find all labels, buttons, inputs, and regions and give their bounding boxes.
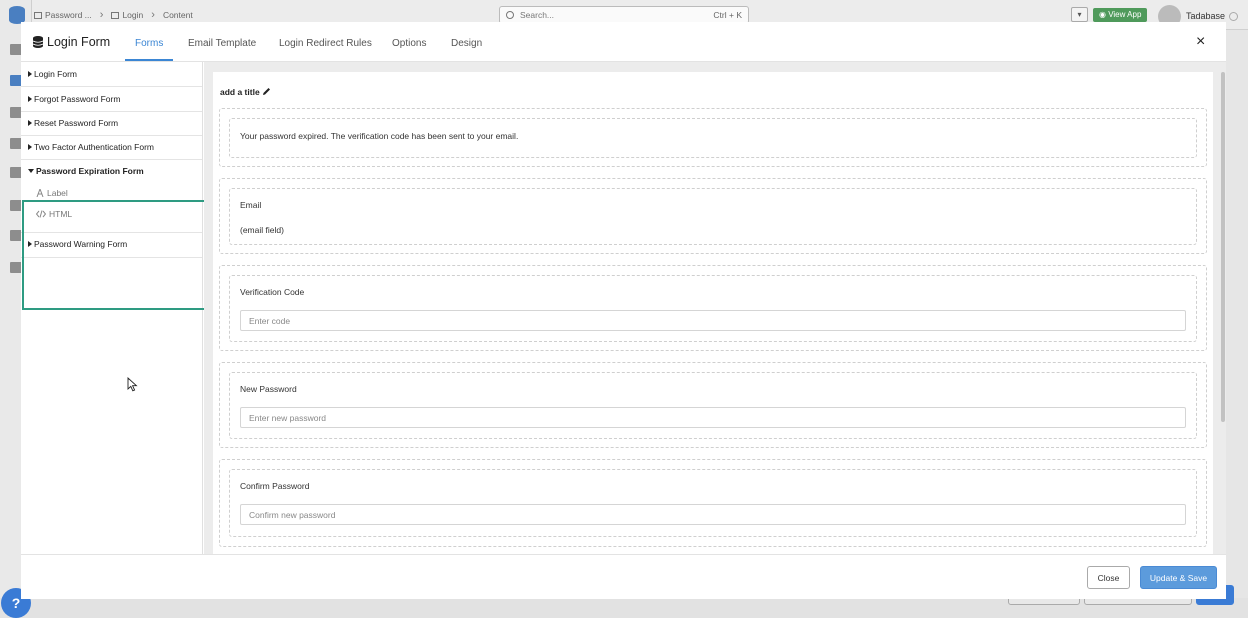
confirm-password-inner: Confirm Password xyxy=(229,469,1197,537)
tab-forms[interactable]: Forms xyxy=(135,38,163,49)
verification-code-block[interactable]: Verification Code xyxy=(219,265,1207,351)
form-tree: Login Form Forgot Password Form Reset Pa… xyxy=(21,62,212,554)
confirm-password-label: Confirm Password xyxy=(240,481,310,491)
text-icon xyxy=(36,189,44,197)
close-button[interactable]: Close xyxy=(1087,566,1130,589)
modal-title: Login Form xyxy=(33,35,110,49)
database-icon xyxy=(33,36,43,48)
layout-icon xyxy=(111,12,120,19)
breadcrumb-item[interactable]: Content xyxy=(163,10,193,20)
user-name[interactable]: Tadabase xyxy=(1186,11,1225,21)
modal-footer: Close Update & Save xyxy=(21,554,1226,599)
tree-subitem-html[interactable]: HTML xyxy=(36,209,72,219)
caret-right-icon xyxy=(28,144,32,150)
tab-options[interactable]: Options xyxy=(392,38,426,49)
caret-right-icon xyxy=(28,71,32,77)
modal-header: Login Form Forms Email Template Login Re… xyxy=(21,22,1226,62)
email-field-placeholder: (email field) xyxy=(240,225,284,235)
pencil-icon xyxy=(263,88,271,95)
caret-down-icon xyxy=(28,169,34,173)
verification-code-label: Verification Code xyxy=(240,287,305,297)
tree-subitem-label[interactable]: Label xyxy=(36,188,68,198)
tree-item-two-factor-form[interactable]: Two Factor Authentication Form xyxy=(21,136,202,160)
database-icon xyxy=(34,12,42,19)
form-canvas: add a title Your password expired. The v… xyxy=(213,72,1213,554)
tree-item-forgot-password-form[interactable]: Forgot Password Form xyxy=(21,87,202,112)
tree-item-login-form[interactable]: Login Form xyxy=(21,62,202,87)
new-password-input[interactable] xyxy=(240,407,1186,428)
new-password-block[interactable]: New Password xyxy=(219,362,1207,448)
message-inner: Your password expired. The verification … xyxy=(229,118,1197,158)
email-block[interactable]: Email (email field) xyxy=(219,178,1207,254)
expiration-message: Your password expired. The verification … xyxy=(240,131,519,141)
tab-email-template[interactable]: Email Template xyxy=(188,38,256,49)
caret-right-icon xyxy=(28,241,32,247)
active-tab-indicator xyxy=(125,59,173,61)
search-icon xyxy=(506,11,514,19)
verification-code-inner: Verification Code xyxy=(229,275,1197,342)
background-right-panel xyxy=(1226,30,1248,598)
verification-code-input[interactable] xyxy=(240,310,1186,331)
email-label: Email xyxy=(240,200,262,210)
chevron-down-icon[interactable]: ▾ xyxy=(1071,7,1088,22)
breadcrumb-item[interactable]: Login xyxy=(111,10,143,20)
scrollbar-thumb[interactable] xyxy=(1221,72,1225,422)
caret-right-icon xyxy=(28,96,32,102)
code-icon xyxy=(36,210,46,218)
new-password-inner: New Password xyxy=(229,372,1197,439)
breadcrumb: Password ... › Login › Content xyxy=(34,9,193,21)
user-menu-icon[interactable] xyxy=(1229,12,1238,21)
update-save-button[interactable]: Update & Save xyxy=(1140,566,1217,589)
tab-design[interactable]: Design xyxy=(451,38,482,49)
confirm-password-input[interactable] xyxy=(240,504,1186,525)
tree-item-reset-password-form[interactable]: Reset Password Form xyxy=(21,112,202,136)
caret-right-icon xyxy=(28,120,32,126)
close-icon[interactable]: × xyxy=(1196,34,1205,50)
view-app-button[interactable]: ◉ View App xyxy=(1093,8,1148,22)
confirm-password-block[interactable]: Confirm Password xyxy=(219,459,1207,547)
chevron-right-icon: › xyxy=(151,9,155,21)
chevron-right-icon: › xyxy=(99,9,104,21)
email-inner: Email (email field) xyxy=(229,188,1197,245)
tree-item-password-warning-form[interactable]: Password Warning Form xyxy=(21,233,202,258)
form-preview-area: add a title Your password expired. The v… xyxy=(204,62,1226,554)
new-password-label: New Password xyxy=(240,384,297,394)
breadcrumb-item[interactable]: Password ... xyxy=(34,10,92,20)
mouse-cursor-icon xyxy=(127,377,138,392)
message-block[interactable]: Your password expired. The verification … xyxy=(219,108,1207,167)
tab-login-redirect-rules[interactable]: Login Redirect Rules xyxy=(279,38,372,49)
add-title-link[interactable]: add a title xyxy=(220,87,271,97)
login-form-modal: Login Form Forms Email Template Login Re… xyxy=(21,22,1226,599)
vertical-scrollbar[interactable] xyxy=(1220,62,1226,554)
